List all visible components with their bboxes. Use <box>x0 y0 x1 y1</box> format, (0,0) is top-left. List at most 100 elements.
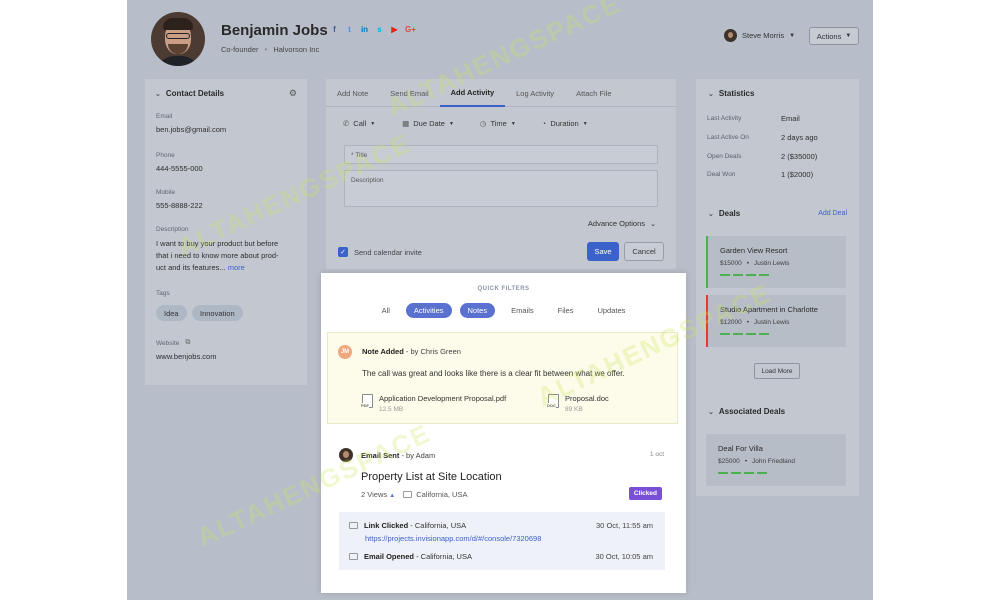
mobile-label: Mobile <box>156 189 176 196</box>
due-date-select[interactable]: ▦ Due Date ▼ <box>402 119 454 128</box>
title-input[interactable]: * Title <box>344 145 658 164</box>
email-date: 1 oct <box>649 451 664 458</box>
deal-card[interactable]: Studio Apartment in Charlotte $12000 • J… <box>706 295 846 347</box>
event-action: Email Opened <box>364 552 415 561</box>
user-avatar <box>724 29 737 42</box>
user-name: Steve Morris <box>742 31 785 40</box>
linkedin-icon[interactable]: in <box>360 25 369 34</box>
activity-feed: QUICK FILTERS All Activities Notes Email… <box>321 273 686 593</box>
tab-add-activity[interactable]: Add Activity <box>439 79 506 107</box>
contact-details-header[interactable]: ⌄ Contact Details <box>155 89 224 98</box>
stat-value: Email <box>781 114 800 123</box>
mobile-value: 555-8888-222 <box>156 201 203 210</box>
views-count[interactable]: 2 Views ▲ <box>361 490 395 499</box>
chevron-down-icon: ⌄ <box>708 408 714 416</box>
deal-owner: John Friedland <box>751 458 795 465</box>
deal-amount: $25000 <box>718 458 740 465</box>
stat-label: Last Activity <box>707 115 742 122</box>
email-type: Email Sent <box>361 451 400 460</box>
facebook-icon[interactable]: f <box>330 25 339 34</box>
cancel-button[interactable]: Cancel <box>624 242 664 261</box>
tag[interactable]: Idea <box>156 305 187 321</box>
load-more-button[interactable]: Load More <box>754 363 800 379</box>
more-link[interactable]: more <box>228 263 245 272</box>
external-link-icon[interactable]: ⧉ <box>185 339 190 347</box>
deal-name: Deal For Villa <box>718 444 763 453</box>
phone-value: 444-5555-000 <box>156 164 203 173</box>
attachment[interactable]: DOC Proposal.doc 89 KB <box>547 394 609 413</box>
monitor-icon <box>349 522 358 529</box>
event-location: - California, USA <box>408 521 467 530</box>
filter-files[interactable]: Files <box>550 303 582 318</box>
doc-file-icon: DOC <box>547 394 559 408</box>
chevron-down-icon: ▼ <box>448 120 454 127</box>
phone-icon: ✆ <box>343 119 350 128</box>
deal-owner: Justin Lewis <box>753 260 790 267</box>
note-author: - by Chris Green <box>403 347 461 356</box>
email-subject[interactable]: Property List at Site Location <box>361 471 502 483</box>
stat-value: 2 days ago <box>781 133 818 142</box>
chevron-down-icon: ▼ <box>789 32 796 39</box>
contact-avatar <box>151 12 205 66</box>
deal-card[interactable]: Garden View Resort $15000 • Justin Lewis <box>706 236 846 288</box>
time-select[interactable]: ◷ Time ▼ <box>480 119 516 128</box>
google-plus-icon[interactable]: G+ <box>405 25 416 34</box>
event-row: Email Opened - California, USA <box>349 552 472 561</box>
deals-header[interactable]: ⌄ Deals <box>708 209 740 218</box>
website-label: Website <box>156 339 180 347</box>
description-line: I want to buy your product but before <box>156 239 279 248</box>
filter-updates[interactable]: Updates <box>589 303 633 318</box>
send-invite-label: Send calendar invite <box>354 247 422 257</box>
email-header: Email Sent - by Adam <box>361 451 435 460</box>
deal-amount: $12000 <box>720 319 742 326</box>
tab-log-activity[interactable]: Log Activity <box>505 79 565 107</box>
attachment[interactable]: PDF Application Development Proposal.pdf… <box>361 394 507 413</box>
event-link[interactable]: https://projects.invisionapp.com/d/#/con… <box>365 534 541 543</box>
filter-all[interactable]: All <box>374 303 398 318</box>
event-action: Link Clicked <box>364 521 409 530</box>
chevron-down-icon: ▼ <box>370 120 376 127</box>
filter-emails[interactable]: Emails <box>503 303 542 318</box>
description-input[interactable]: Description <box>344 170 658 207</box>
associated-deals-header[interactable]: ⌄ Associated Deals <box>708 407 785 416</box>
monitor-icon <box>403 491 413 498</box>
email-author-avatar <box>339 448 353 462</box>
composer-tabs: Add Note Send Email Add Activity Log Act… <box>326 79 676 107</box>
twitter-icon[interactable]: t <box>345 25 354 34</box>
add-deal-link[interactable]: Add Deal <box>818 210 847 217</box>
quick-filters: All Activities Notes Emails Files Update… <box>321 303 686 318</box>
time-label: Time <box>490 119 507 128</box>
gear-icon[interactable]: ⚙ <box>289 88 297 99</box>
filter-notes[interactable]: Notes <box>459 303 496 318</box>
stat-value: 2 ($35000) <box>781 152 818 161</box>
separator-dot: • <box>746 319 749 326</box>
crm-contact-page: ALTAHENGSPACE ALTAHENGSPACE ALTAHENGSPAC… <box>127 0 873 600</box>
pdf-file-icon: PDF <box>361 394 373 408</box>
tab-add-note[interactable]: Add Note <box>326 79 379 107</box>
advance-options-toggle[interactable]: Advance Options ⌄ <box>588 219 656 228</box>
file-name: Application Development Proposal.pdf <box>379 394 507 403</box>
email-meta: 2 Views ▲ California, USA <box>361 490 467 499</box>
activity-composer: Add Note Send Email Add Activity Log Act… <box>326 79 676 269</box>
save-button[interactable]: Save <box>587 242 619 261</box>
caret-up-icon: ▲ <box>389 493 396 499</box>
tab-attach-file[interactable]: Attach File <box>565 79 622 107</box>
tab-send-email[interactable]: Send Email <box>379 79 439 107</box>
tag[interactable]: Innovation <box>192 305 243 321</box>
send-invite-checkbox[interactable]: ✓ Send calendar invite <box>338 247 422 257</box>
filter-activities[interactable]: Activities <box>405 303 452 318</box>
email-events: Link Clicked - California, USA 30 Oct, 1… <box>339 512 665 570</box>
monitor-icon <box>349 553 358 560</box>
description-value: I want to buy your product but before th… <box>156 238 306 274</box>
youtube-icon[interactable]: ▶ <box>390 25 399 34</box>
checkmark-icon: ✓ <box>338 247 348 257</box>
user-menu[interactable]: Steve Morris ▼ <box>724 29 795 42</box>
website-value[interactable]: www.benjobs.com <box>156 351 306 363</box>
skype-icon[interactable]: s <box>375 25 384 34</box>
duration-select[interactable]: ◔ Duration ▼ <box>542 119 588 128</box>
statistics-header[interactable]: ⌄ Statistics <box>708 89 754 98</box>
associated-deal-card[interactable]: Deal For Villa $25000 • John Friedland <box>706 434 846 486</box>
call-select[interactable]: ✆ Call ▼ <box>343 119 375 128</box>
note-body: The call was great and looks like there … <box>362 369 625 378</box>
actions-button[interactable]: Actions ▼ <box>809 27 859 45</box>
